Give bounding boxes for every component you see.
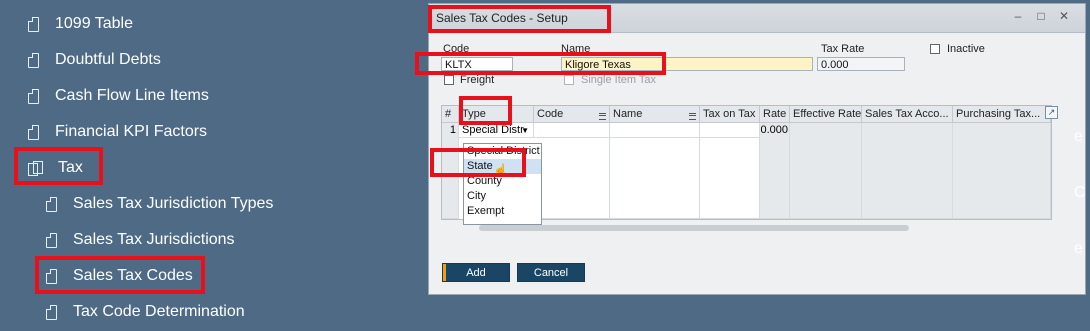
highlight-box bbox=[14, 147, 103, 185]
empty-cells[interactable] bbox=[700, 138, 760, 219]
navigation-tree: 1099 Table Doubtful Debts Cash Flow Line… bbox=[0, 0, 430, 331]
expand-icon[interactable]: ↗ bbox=[1045, 106, 1058, 119]
document-icon bbox=[46, 196, 57, 212]
col-header-tax-on-tax[interactable]: Tax on Tax bbox=[700, 106, 760, 123]
sales-tax-account-column bbox=[862, 123, 953, 219]
maximize-icon[interactable]: □ bbox=[1034, 9, 1048, 23]
nav-item-label: 1099 Table bbox=[55, 15, 133, 32]
empty-cells[interactable] bbox=[610, 138, 700, 219]
nav-item-sales-tax-jurisdictions[interactable]: Sales Tax Jurisdictions bbox=[46, 228, 235, 252]
type-cell[interactable]: Special Distr ▼ bbox=[459, 123, 534, 138]
dropdown-option-city[interactable]: City bbox=[464, 189, 541, 204]
freight-checkbox[interactable] bbox=[444, 75, 454, 85]
document-icon bbox=[46, 304, 57, 320]
single-item-tax-checkbox[interactable] bbox=[564, 75, 574, 85]
inactive-label: Inactive bbox=[947, 43, 985, 55]
nav-item-label: Doubtful Debts bbox=[55, 51, 161, 68]
document-icon bbox=[28, 124, 39, 140]
inactive-checkbox[interactable] bbox=[930, 44, 940, 54]
effective-rate-column bbox=[790, 123, 862, 219]
empty-cells[interactable] bbox=[534, 138, 610, 219]
sales-tax-codes-setup-window: Sales Tax Codes - Setup – □ ✕ Code Name … bbox=[428, 3, 1086, 295]
column-menu-icon[interactable] bbox=[599, 113, 606, 120]
nav-item-cash-flow-line-items[interactable]: Cash Flow Line Items bbox=[28, 84, 209, 108]
name-cell[interactable] bbox=[610, 123, 700, 138]
col-header-name-label: Name bbox=[613, 108, 643, 120]
tax-rate-label: Tax Rate bbox=[821, 43, 865, 55]
row-number: 1 bbox=[449, 124, 456, 136]
single-item-tax-label: Single Item Tax bbox=[581, 74, 657, 86]
highlight-box bbox=[415, 52, 666, 75]
dropdown-arrow-icon[interactable]: ▼ bbox=[521, 123, 529, 137]
close-icon[interactable]: ✕ bbox=[1057, 9, 1071, 23]
minimize-icon[interactable]: – bbox=[1011, 9, 1025, 23]
document-icon bbox=[28, 16, 39, 32]
column-menu-icon[interactable] bbox=[689, 113, 696, 120]
col-header-rate[interactable]: Rate bbox=[760, 106, 790, 123]
code-cell[interactable] bbox=[534, 123, 610, 138]
nav-item-financial-kpi-factors[interactable]: Financial KPI Factors bbox=[28, 120, 207, 144]
document-icon bbox=[28, 88, 39, 104]
highlight-box bbox=[35, 256, 205, 294]
cancel-button-label: Cancel bbox=[533, 267, 569, 279]
dropdown-option-exempt[interactable]: Exempt bbox=[464, 204, 541, 219]
nav-item-label: Cash Flow Line Items bbox=[55, 87, 209, 104]
type-cell-value: Special Distr bbox=[462, 124, 524, 136]
col-header-row-number: # bbox=[442, 106, 459, 123]
tax-rate-field[interactable]: 0.000 bbox=[817, 57, 905, 71]
document-icon bbox=[28, 52, 39, 68]
highlight-box bbox=[430, 148, 526, 177]
col-header-purchasing-tax[interactable]: Purchasing Tax... bbox=[953, 106, 1051, 123]
highlight-box bbox=[428, 5, 611, 33]
nav-item-sales-tax-jurisdiction-types[interactable]: Sales Tax Jurisdiction Types bbox=[46, 192, 273, 216]
nav-item-1099-table[interactable]: 1099 Table bbox=[28, 12, 133, 36]
cancel-button[interactable]: Cancel bbox=[517, 263, 585, 282]
tax-on-tax-cell[interactable] bbox=[700, 123, 760, 138]
col-header-name[interactable]: Name bbox=[610, 106, 700, 123]
nav-item-label: Financial KPI Factors bbox=[55, 123, 208, 140]
col-header-effective-rate[interactable]: Effective Rate bbox=[790, 106, 862, 123]
horizontal-scrollbar[interactable] bbox=[479, 225, 909, 231]
add-button-label: Add bbox=[466, 267, 486, 279]
offscreen-text-fragment: C bbox=[1074, 184, 1086, 201]
col-header-code-label: Code bbox=[537, 108, 564, 120]
highlight-box bbox=[459, 96, 512, 125]
nav-item-label: Sales Tax Jurisdiction Types bbox=[73, 195, 274, 212]
nav-item-tax-code-determination[interactable]: Tax Code Determination bbox=[46, 300, 245, 324]
rate-cell[interactable]: 0.000 bbox=[760, 123, 790, 138]
nav-item-label: Sales Tax Jurisdictions bbox=[73, 231, 235, 248]
purchasing-tax-column bbox=[953, 123, 1051, 219]
freight-label: Freight bbox=[460, 74, 495, 86]
add-button[interactable]: Add bbox=[442, 263, 510, 282]
document-icon bbox=[46, 232, 57, 248]
offscreen-text-fragment: e bbox=[1074, 128, 1083, 145]
nav-item-label: Tax Code Determination bbox=[73, 303, 245, 320]
col-header-sales-tax-account[interactable]: Sales Tax Acco... bbox=[862, 106, 953, 123]
col-header-code[interactable]: Code bbox=[534, 106, 610, 123]
offscreen-text-fragment: e bbox=[1074, 240, 1083, 257]
nav-item-doubtful-debts[interactable]: Doubtful Debts bbox=[28, 48, 161, 72]
